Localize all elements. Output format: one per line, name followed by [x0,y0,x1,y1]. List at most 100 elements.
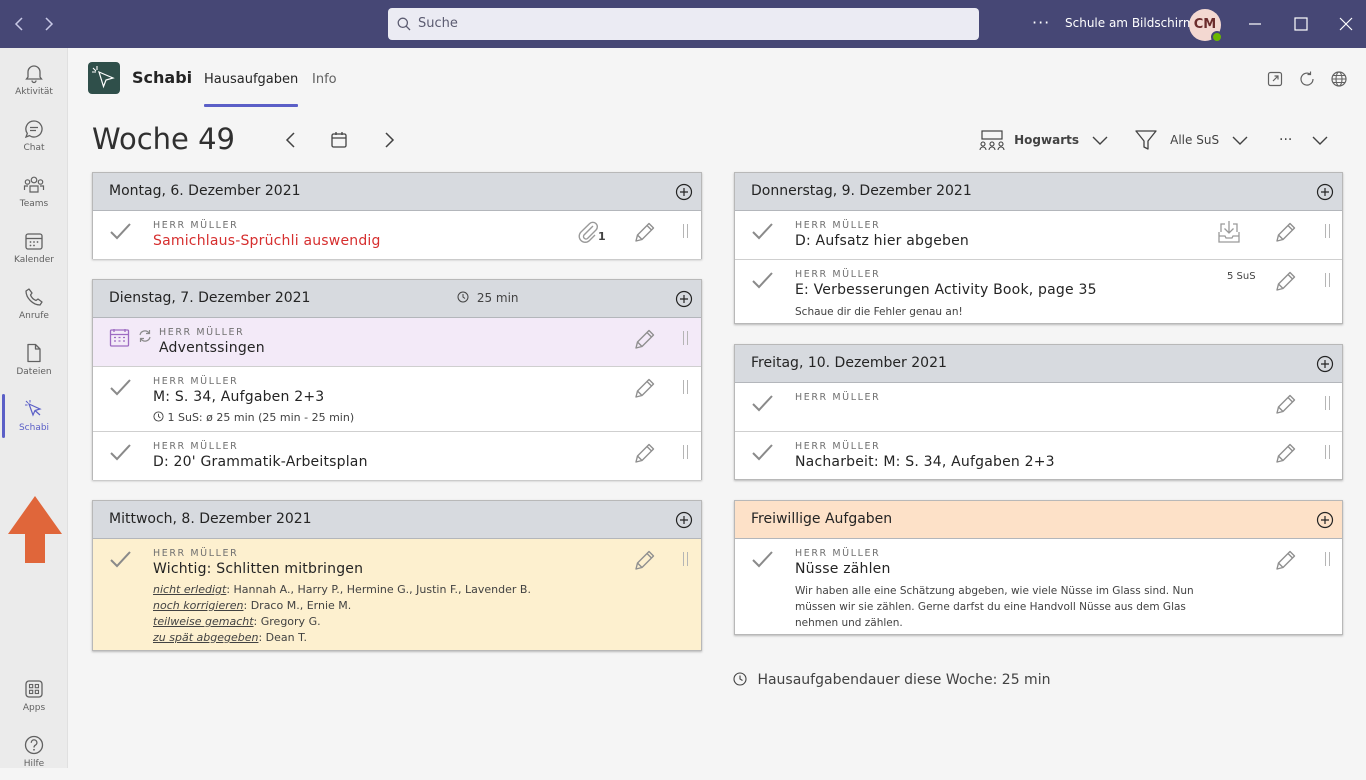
drag-handle-icon[interactable] [683,224,688,238]
rail-item-files[interactable]: Dateien [0,332,68,388]
schabi-logo [88,62,120,94]
pencil-icon[interactable] [1272,220,1298,246]
add-task-icon[interactable] [675,183,693,201]
task-teacher: HERR MÜLLER [795,441,881,452]
drag-handle-icon[interactable] [683,380,688,394]
task-teacher: HERR MÜLLER [153,441,239,452]
status-link[interactable]: noch korrigieren [153,599,244,612]
student-filter[interactable]: Alle SuS [1134,128,1249,152]
calendar-picker-icon[interactable] [330,130,348,150]
drag-handle-icon[interactable] [1325,396,1330,410]
task-row[interactable]: HERR MÜLLER Nacharbeit: M: S. 34, Aufgab… [735,432,1342,479]
add-task-icon[interactable] [675,511,693,529]
rail-item-help[interactable]: Hilfe [0,724,68,780]
status-link[interactable]: teilweise gemacht [153,615,254,628]
day-header: Mittwoch, 8. Dezember 2021 [93,501,701,539]
checkmark-icon[interactable] [751,393,775,415]
rail-item-teams[interactable]: Teams [0,164,68,220]
rail-item-schabi[interactable]: Schabi [0,388,68,444]
checkmark-icon[interactable] [751,549,775,571]
drag-handle-icon[interactable] [1325,273,1330,287]
search-input[interactable]: Suche [388,8,979,40]
minimize-icon[interactable] [1245,14,1265,34]
drag-handle-icon[interactable] [1325,445,1330,459]
rail-label: Teams [19,199,49,209]
task-row[interactable]: HERR MÜLLER E: Verbesserungen Activity B… [735,260,1342,323]
task-teacher: HERR MÜLLER [153,220,239,231]
pencil-icon[interactable] [631,376,657,402]
more-options-icon[interactable]: ··· [1032,13,1050,32]
task-row[interactable]: HERR MÜLLER D: 20' Grammatik-Arbeitsplan [93,432,701,480]
task-row[interactable]: HERR MÜLLER [735,383,1342,432]
student-filter-value: Alle SuS [1170,133,1220,147]
pencil-icon[interactable] [631,548,657,574]
pencil-icon[interactable] [1272,548,1298,574]
add-task-icon[interactable] [675,290,693,308]
pencil-icon[interactable] [631,327,657,353]
task-title: D: 20' Grammatik-Arbeitsplan [153,454,368,470]
checkmark-icon[interactable] [109,221,133,243]
title-bar: Suche ··· Schule am Bildschirm CM [0,0,1366,48]
task-description: Wir haben alle eine Schätzung abgeben, w… [795,585,1194,629]
day-header: Freitag, 10. Dezember 2021 [735,345,1342,383]
rail-label: Apps [22,703,46,713]
tab-hausaufgaben[interactable]: Hausaufgaben [204,72,299,107]
back-arrow-icon[interactable] [10,14,30,34]
globe-icon[interactable] [1330,70,1348,88]
rail-item-activity[interactable]: Aktivität [0,52,68,108]
checkmark-icon[interactable] [751,442,775,464]
forward-arrow-icon[interactable] [38,14,58,34]
clock-icon [457,291,469,303]
status-names: : Gregory G. [253,615,321,628]
more-menu[interactable]: ··· [1279,128,1329,152]
status-link[interactable]: zu spät abgegeben [153,631,258,644]
next-week-icon[interactable] [380,130,398,150]
rail-label: Anrufe [19,311,49,321]
pencil-icon[interactable] [631,441,657,467]
rail-item-calendar[interactable]: Kalender [0,220,68,276]
rail-item-chat[interactable]: Chat [0,108,68,164]
drag-handle-icon[interactable] [1325,552,1330,566]
task-note: Schaue dir die Fehler genau an! [795,306,963,318]
pencil-icon[interactable] [1272,269,1298,295]
add-task-icon[interactable] [1316,183,1334,201]
class-filter[interactable]: Hogwarts [978,128,1109,152]
task-row[interactable]: HERR MÜLLER M: S. 34, Aufgaben 2+3 1 SuS… [93,367,701,432]
previous-week-icon[interactable] [282,130,300,150]
tab-info[interactable]: Info [312,72,337,87]
task-row[interactable]: HERR MÜLLER Wichtig: Schlitten mitbringe… [93,539,701,650]
submit-inbox-icon[interactable] [1215,218,1243,246]
checkmark-icon[interactable] [109,549,133,571]
add-task-icon[interactable] [1316,355,1334,373]
rail-item-calls[interactable]: Anrufe [0,276,68,332]
rail-label: Aktivität [15,87,53,97]
checkmark-icon[interactable] [751,221,775,243]
status-link[interactable]: nicht erledigt [153,583,226,596]
checkmark-icon[interactable] [751,270,775,292]
drag-handle-icon[interactable] [683,445,688,459]
event-row[interactable]: HERR MÜLLER Adventssingen [93,318,701,367]
close-icon[interactable] [1336,14,1356,34]
task-row[interactable]: HERR MÜLLER Nüsse zählen Wir haben alle … [735,539,1342,634]
task-row[interactable]: HERR MÜLLER Samichlaus-Sprüchli auswendi… [93,211,701,259]
avatar[interactable]: CM [1189,9,1223,43]
pencil-icon[interactable] [1272,441,1298,467]
task-row[interactable]: HERR MÜLLER D: Aufsatz hier abgeben [735,211,1342,260]
add-task-icon[interactable] [1316,511,1334,529]
pencil-icon[interactable] [631,220,657,246]
rail-item-apps[interactable]: Apps [0,668,68,724]
drag-handle-icon[interactable] [1325,224,1330,238]
pencil-icon[interactable] [1272,392,1298,418]
checkmark-icon[interactable] [109,442,133,464]
popout-icon[interactable] [1266,70,1284,88]
drag-handle-icon[interactable] [683,552,688,566]
drag-handle-icon[interactable] [683,331,688,345]
submission-count[interactable]: 5 SuS [1227,271,1256,282]
week-duration: Hausaufgabendauer diese Woche: 25 min [733,672,1050,688]
checkmark-icon[interactable] [109,377,133,399]
paperclip-icon[interactable] [577,220,599,244]
refresh-icon[interactable] [1298,70,1316,88]
maximize-icon[interactable] [1291,14,1311,34]
optional-title: Freiwillige Aufgaben [751,511,893,527]
day-title: Mittwoch, 8. Dezember 2021 [109,511,312,527]
